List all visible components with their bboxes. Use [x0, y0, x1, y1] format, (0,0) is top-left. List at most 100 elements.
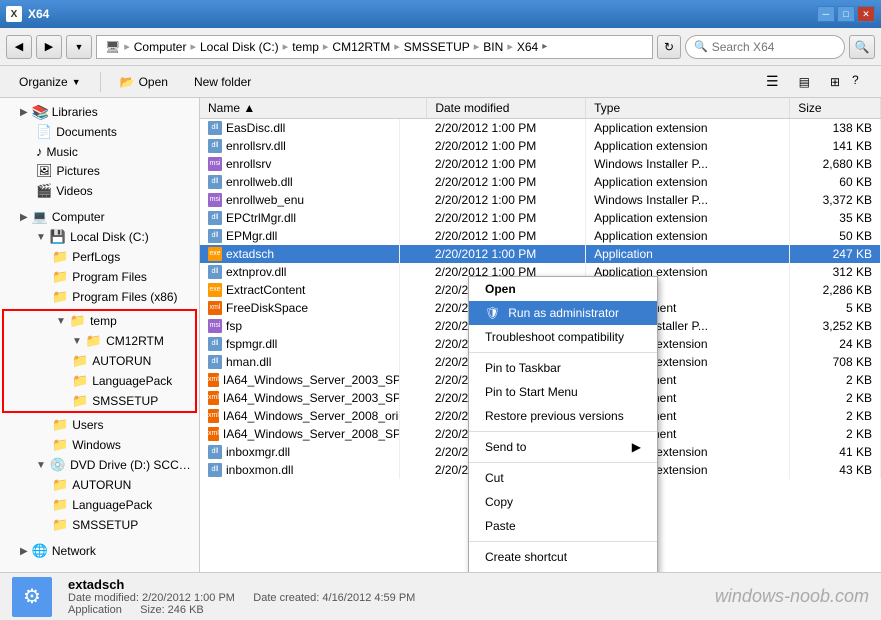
file-name[interactable]: msienrollweb_enu	[200, 191, 400, 209]
sidebar-item-temp[interactable]: ▼ 📁 temp	[4, 311, 195, 331]
file-name[interactable]: dllEasDisc.dll	[200, 119, 400, 137]
refresh-button[interactable]: ↻	[657, 35, 681, 59]
file-name[interactable]: dllenrollweb.dll	[200, 173, 400, 191]
ctx-item-troubleshoot[interactable]: Troubleshoot compatibility	[469, 325, 657, 349]
file-name[interactable]: xmlIA64_Windows_Server_2008_SP2	[200, 425, 400, 443]
sidebar-item-smssetup[interactable]: 📁 SMSSETUP	[4, 391, 195, 411]
breadcrumb-computer[interactable]: 🖥	[105, 40, 120, 54]
sidebar-item-computer[interactable]: ▶ 💻 Computer	[0, 207, 199, 227]
table-row[interactable]: dllEPCtrlMgr.dll 2/20/2012 1:00 PM Appli…	[200, 209, 881, 227]
table-row[interactable]: msienrollweb_enu 2/20/2012 1:00 PM Windo…	[200, 191, 881, 209]
file-name[interactable]: dllfspmgr.dll	[200, 335, 400, 353]
ctx-item-copy[interactable]: Copy	[469, 490, 657, 514]
ctx-item-restore[interactable]: Restore previous versions	[469, 404, 657, 428]
sidebar-item-local-disk-c[interactable]: ▼ 💾 Local Disk (C:)	[0, 227, 199, 247]
help-button[interactable]: ?	[851, 70, 871, 90]
maximize-button[interactable]: □	[837, 6, 855, 22]
watermark: windows-noob.com	[715, 586, 869, 607]
view-list-button[interactable]: ☰	[757, 70, 788, 94]
ctx-item-pin-start[interactable]: Pin to Start Menu	[469, 380, 657, 404]
file-name[interactable]: exeExtractContent	[200, 281, 400, 299]
back-button[interactable]: ◀	[6, 35, 32, 59]
table-row[interactable]: dllEasDisc.dll 2/20/2012 1:00 PM Applica…	[200, 119, 881, 138]
ctx-item-create-shortcut[interactable]: Create shortcut	[469, 545, 657, 569]
ctx-item-delete[interactable]: Delete	[469, 569, 657, 572]
table-row[interactable]: exeextadsch 2/20/2012 1:00 PM Applicatio…	[200, 245, 881, 263]
file-name[interactable]: xmlIA64_Windows_Server_2008_original...	[200, 407, 400, 425]
table-row[interactable]: msienrollsrv 2/20/2012 1:00 PM Windows I…	[200, 155, 881, 173]
table-row[interactable]: dllEPMgr.dll 2/20/2012 1:00 PM Applicati…	[200, 227, 881, 245]
search-box[interactable]: 🔍	[685, 35, 845, 59]
sidebar-item-dvd-drive[interactable]: ▼ 💿 DVD Drive (D:) SCCMSCEP'12_7711	[0, 455, 199, 475]
table-row[interactable]: dllenrollweb.dll 2/20/2012 1:00 PM Appli…	[200, 173, 881, 191]
sidebar-item-cm12rtm[interactable]: ▼ 📁 CM12RTM	[4, 331, 195, 351]
file-name[interactable]: dllEPCtrlMgr.dll	[200, 209, 400, 227]
file-type: Application extension	[586, 227, 790, 245]
ctx-item-paste[interactable]: Paste	[469, 514, 657, 538]
file-name[interactable]: msifsp	[200, 317, 400, 335]
sidebar-item-windows[interactable]: 📁 Windows	[0, 435, 199, 455]
sidebar-item-pictures[interactable]: 🖼 Pictures	[0, 161, 199, 181]
languagepack-folder-icon: 📁	[72, 373, 88, 389]
table-row[interactable]: dllenrollsrv.dll 2/20/2012 1:00 PM Appli…	[200, 137, 881, 155]
sidebar-item-perflogs[interactable]: 📁 PerfLogs	[0, 247, 199, 267]
col-header-type[interactable]: Type	[586, 98, 790, 119]
file-name[interactable]: dllenrollsrv.dll	[200, 137, 400, 155]
up-button[interactable]: ▼	[66, 35, 92, 59]
file-name[interactable]: dllhman.dll	[200, 353, 400, 371]
sidebar-item-program-files[interactable]: 📁 Program Files	[0, 267, 199, 287]
file-name[interactable]: dllinboxmgr.dll	[200, 443, 400, 461]
sidebar-item-dvd-autorun[interactable]: 📁 AUTORUN	[0, 475, 199, 495]
ctx-item-send-to[interactable]: Send to ▶	[469, 435, 657, 459]
breadcrumb-bin[interactable]: BIN	[483, 40, 503, 54]
breadcrumb-x64[interactable]: X64	[517, 40, 538, 54]
organize-button[interactable]: Organize ▼	[10, 70, 90, 94]
address-path[interactable]: 🖥 ▸ Computer ▸ Local Disk (C:) ▸ temp ▸ …	[96, 35, 653, 59]
file-name[interactable]: msienrollsrv	[200, 155, 400, 173]
view-icons-button[interactable]: ⊞	[821, 70, 849, 94]
sidebar-item-dvd-languagepack[interactable]: 📁 LanguagePack	[0, 495, 199, 515]
col-header-name[interactable]: Name ▲	[200, 98, 427, 119]
file-size: 2 KB	[790, 389, 881, 407]
file-name[interactable]: dllextnprov.dll	[200, 263, 400, 281]
search-input[interactable]	[712, 40, 832, 54]
file-name[interactable]: dllEPMgr.dll	[200, 227, 400, 245]
sidebar-item-music[interactable]: ♪ Music	[0, 142, 199, 161]
file-name[interactable]: xmlFreeDiskSpace	[200, 299, 400, 317]
sidebar-item-users[interactable]: 📁 Users	[0, 415, 199, 435]
file-name[interactable]: exeextadsch	[200, 245, 400, 263]
col-header-date[interactable]: Date modified	[427, 98, 586, 119]
breadcrumb-cm12rtm[interactable]: CM12RTM	[332, 40, 390, 54]
close-button[interactable]: ✕	[857, 6, 875, 22]
sidebar-item-documents[interactable]: 📄 Documents	[0, 122, 199, 142]
ctx-item-cut[interactable]: Cut	[469, 466, 657, 490]
file-name[interactable]: xmlIA64_Windows_Server_2003_SP1	[200, 371, 400, 389]
app-icon: X	[6, 6, 22, 22]
ctx-item-pin-taskbar[interactable]: Pin to Taskbar	[469, 356, 657, 380]
forward-button[interactable]: ▶	[36, 35, 62, 59]
open-button[interactable]: 📂 Open	[111, 70, 177, 94]
minimize-button[interactable]: ─	[817, 6, 835, 22]
file-name[interactable]: dllinboxmon.dll	[200, 461, 400, 479]
search-button[interactable]: 🔍	[849, 35, 875, 59]
file-type: Application extension	[586, 209, 790, 227]
breadcrumb-local-disk[interactable]: Local Disk (C:)	[200, 40, 279, 54]
file-name[interactable]: xmlIA64_Windows_Server_2003_SP2	[200, 389, 400, 407]
sidebar-item-dvd-smssetup[interactable]: 📁 SMSSETUP	[0, 515, 199, 535]
sidebar-item-libraries[interactable]: ▶ 📚 Libraries	[0, 102, 199, 122]
sidebar-item-program-files-x86[interactable]: 📁 Program Files (x86)	[0, 287, 199, 307]
breadcrumb-temp[interactable]: temp	[292, 40, 319, 54]
new-folder-button[interactable]: New folder	[185, 70, 260, 94]
breadcrumb-computer-label[interactable]: Computer	[134, 40, 187, 54]
sidebar-item-languagepack[interactable]: 📁 LanguagePack	[4, 371, 195, 391]
sidebar-item-network[interactable]: ▶ 🌐 Network	[0, 541, 199, 561]
sidebar-item-autorun[interactable]: 📁 AUTORUN	[4, 351, 195, 371]
col-header-size[interactable]: Size	[790, 98, 881, 119]
status-bar: ⚙ extadsch Date modified: 2/20/2012 1:00…	[0, 572, 881, 620]
view-details-button[interactable]: ▤	[790, 70, 819, 94]
ctx-item-run-as-admin[interactable]: 🛡 Run as administrator	[469, 301, 657, 325]
status-type-size: Application Size: 246 KB	[68, 604, 699, 616]
sidebar-item-videos[interactable]: 🎬 Videos	[0, 181, 199, 201]
breadcrumb-smssetup[interactable]: SMSSETUP	[404, 40, 470, 54]
ctx-item-open[interactable]: Open	[469, 277, 657, 301]
